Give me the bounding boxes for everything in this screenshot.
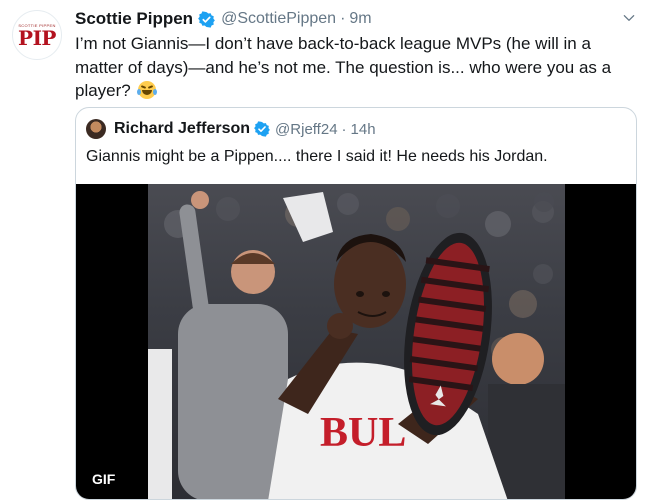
author-avatar[interactable]: SCOTTIE PIPPEN PIP (12, 10, 62, 60)
jersey-lettering: BUL (320, 410, 406, 456)
chevron-down-icon[interactable] (622, 11, 636, 25)
tweet-header: Scottie Pippen @ScottiePippen · 9m (75, 7, 636, 31)
author-handle[interactable]: @ScottiePippen (221, 10, 336, 28)
avatar-logo-text: PIP (18, 25, 56, 50)
quoted-tweet-card[interactable]: Richard Jefferson @Rjeff24 · 14h Giannis… (75, 107, 637, 500)
gif-badge: GIF (86, 469, 122, 489)
quoted-tweet-header: Richard Jefferson @Rjeff24 · 14h (86, 118, 376, 140)
tweet-text: I’m not Giannis—I don’t have back-to-bac… (75, 32, 635, 103)
verified-badge-icon (254, 121, 270, 137)
gif-scene-illustration: BUL (148, 191, 565, 499)
tweet-timestamp[interactable]: 9m (349, 10, 371, 28)
gif-frame-image: BUL (148, 184, 565, 499)
verified-badge-icon (198, 10, 215, 28)
quoted-tweet-text: Giannis might be a Pippen.... there I sa… (86, 148, 548, 165)
quoted-author-avatar[interactable] (86, 119, 106, 139)
header-separator: · (340, 10, 346, 27)
quoted-tweet-timestamp[interactable]: 14h (351, 121, 376, 138)
gif-media[interactable]: BUL GIF (76, 184, 636, 499)
quoted-author-name[interactable]: Richard Jefferson (114, 120, 250, 138)
quoted-header-separator: · (341, 120, 347, 138)
quoted-author-handle[interactable]: @Rjeff24 (275, 121, 337, 138)
tears-of-joy-emoji-icon (136, 81, 157, 99)
author-name[interactable]: Scottie Pippen (75, 9, 193, 29)
